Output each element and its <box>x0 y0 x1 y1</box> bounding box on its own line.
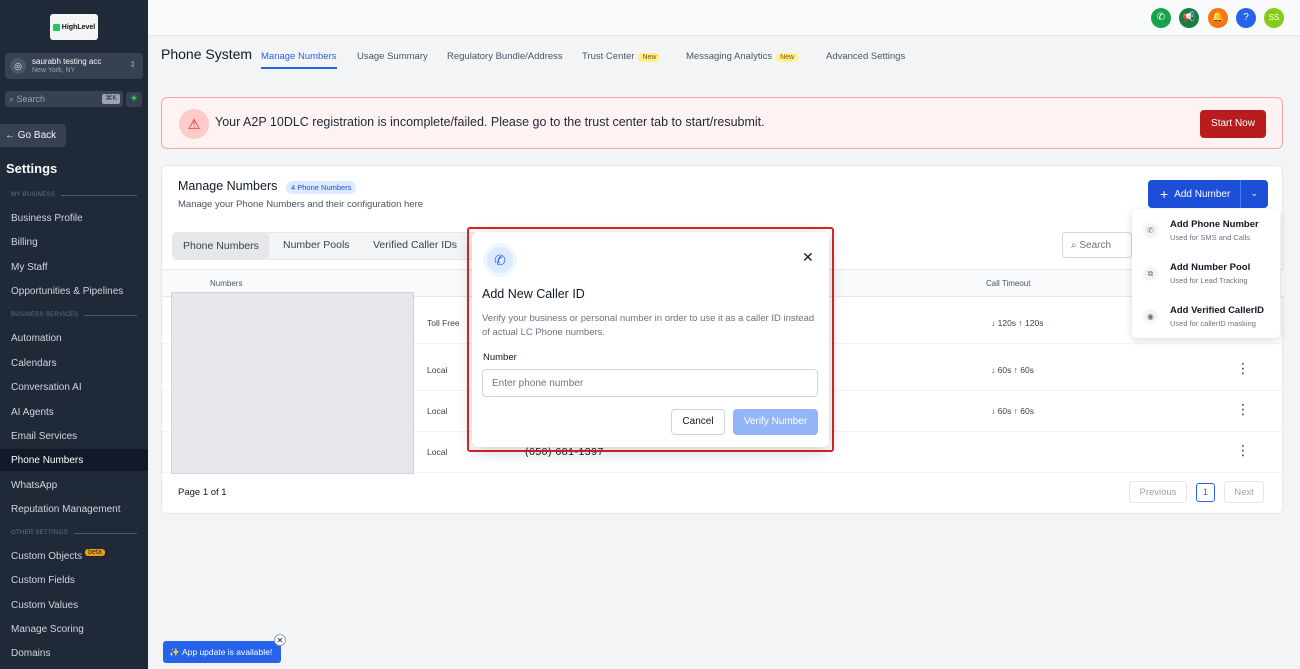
modal-title: Add New Caller ID <box>482 287 585 301</box>
redacted-numbers-area <box>171 292 414 474</box>
tab-usage-summary[interactable]: Usage Summary <box>357 51 428 62</box>
sidebar-item-custom-values[interactable]: Custom Values <box>0 594 148 616</box>
megaphone-icon[interactable]: 📢 <box>1179 8 1199 28</box>
tab-advanced-settings[interactable]: Advanced Settings <box>826 51 905 62</box>
modal-description: Verify your business or personal number … <box>482 313 815 338</box>
alert-message: Your A2P 10DLC registration is incomplet… <box>215 115 765 129</box>
sparkle-icon: ✨ <box>169 646 182 657</box>
help-icon[interactable]: ? <box>1236 8 1256 28</box>
number-subtabs: Phone Numbers Number Pools Verified Call… <box>172 232 477 260</box>
plus-icon: + <box>1160 186 1169 202</box>
sidebar-item-custom-fields[interactable]: Custom Fields <box>0 569 148 591</box>
copy-icon: ⧉ <box>1143 266 1158 281</box>
page-1-button[interactable]: 1 <box>1196 483 1215 502</box>
verify-number-button[interactable]: Verify Number <box>733 409 818 435</box>
go-back-button[interactable]: ← Go Back <box>0 124 66 147</box>
start-now-button[interactable]: Start Now <box>1200 110 1266 138</box>
quick-add-button[interactable]: ✦ <box>126 92 142 107</box>
sidebar-item-phone-numbers[interactable]: Phone Numbers <box>0 449 148 471</box>
sidebar-item-conversation-ai[interactable]: Conversation AI <box>0 376 148 398</box>
search-shortcut: ⌘K <box>102 94 120 104</box>
kebab-menu-icon[interactable]: ⋮ <box>1236 442 1250 459</box>
page-info: Page 1 of 1 <box>178 487 227 498</box>
tab-trust-center[interactable]: Trust Center New <box>582 51 661 62</box>
logo-mark-icon <box>52 23 60 31</box>
sidebar-item-business-profile[interactable]: Business Profile <box>0 207 148 229</box>
section-other-settings: OTHER SETTINGS <box>11 530 137 536</box>
warning-icon: ⚠ <box>179 109 209 139</box>
new-badge: New <box>776 53 799 62</box>
app-update-toast[interactable]: ✨ App update is available! <box>163 641 281 663</box>
search-icon: ⌕ <box>9 93 17 104</box>
phone-plus-icon: ✆ <box>1143 223 1158 238</box>
top-bar: ✆ 📢 🔔 ? SS <box>148 0 1300 36</box>
chevron-updown-icon: ⇕ <box>129 60 136 69</box>
sidebar-item-ai-agents[interactable]: AI Agents <box>0 401 148 423</box>
new-badge: New <box>638 53 661 62</box>
settings-title: Settings <box>6 161 58 176</box>
col-call-timeout: Call Timeout <box>986 279 1031 288</box>
close-icon[interactable]: ✕ <box>274 634 286 646</box>
add-number-button[interactable]: + Add Number ⌄ <box>1148 180 1268 208</box>
sidebar-item-reputation[interactable]: Reputation Management <box>0 498 148 520</box>
card-subtitle: Manage your Phone Numbers and their conf… <box>178 199 424 210</box>
subtab-phone-numbers[interactable]: Phone Numbers <box>173 233 269 259</box>
search-icon: ⌕ <box>1071 239 1080 251</box>
section-my-business: MY BUSINESS <box>11 192 137 198</box>
user-avatar[interactable]: SS <box>1264 8 1284 28</box>
numbers-search-input[interactable]: ⌕ Search <box>1062 232 1132 258</box>
sidebar-item-domains[interactable]: Domains <box>0 642 148 664</box>
phone-call-icon: ✆ <box>483 243 517 277</box>
chevron-down-icon[interactable]: ⌄ <box>1250 188 1258 199</box>
sidebar-item-billing[interactable]: Billing <box>0 231 148 253</box>
tab-regulatory-bundle[interactable]: Regulatory Bundle/Address <box>447 51 563 62</box>
number-label: Number <box>483 352 517 363</box>
account-icon: ◎ <box>10 58 26 74</box>
phone-system-nav: Phone System Manage Numbers Usage Summar… <box>148 36 1300 74</box>
phone-count-badge: 4 Phone Numbers <box>286 181 357 194</box>
cancel-button[interactable]: Cancel <box>671 409 725 435</box>
previous-page-button[interactable]: Previous <box>1129 481 1187 503</box>
a2p-alert-banner: ⚠ Your A2P 10DLC registration is incompl… <box>161 97 1283 149</box>
sidebar-item-my-staff[interactable]: My Staff <box>0 256 148 278</box>
sidebar: HighLevel ◎ saurabh testing acc New York… <box>0 0 148 669</box>
sidebar-item-custom-objects[interactable]: Custom Objects beta <box>0 545 148 567</box>
beta-badge: beta <box>85 548 105 556</box>
tab-manage-numbers[interactable]: Manage Numbers <box>261 51 337 69</box>
menu-item-add-number-pool[interactable]: ⧉ Add Number Pool Used for Lead Tracking <box>1132 252 1280 295</box>
add-caller-id-modal: ✆ ✕ Add New Caller ID Verify your busine… <box>472 232 829 447</box>
sidebar-item-email-services[interactable]: Email Services <box>0 425 148 447</box>
subtab-verified-caller-ids[interactable]: Verified Caller IDs <box>373 239 457 251</box>
sidebar-search-input[interactable]: ⌕ Search ⌘K <box>5 91 123 107</box>
account-name: saurabh testing acc <box>32 57 102 66</box>
section-business-services: BUSINESS SERVICES <box>11 312 137 318</box>
add-number-dropdown: ✆ Add Phone Number Used for SMS and Call… <box>1132 209 1280 338</box>
tab-messaging-analytics[interactable]: Messaging Analytics New <box>686 51 799 62</box>
next-page-button[interactable]: Next <box>1224 481 1264 503</box>
sidebar-item-whatsapp[interactable]: WhatsApp <box>0 474 148 496</box>
sidebar-item-calendars[interactable]: Calendars <box>0 352 148 374</box>
sidebar-item-automation[interactable]: Automation <box>0 327 148 349</box>
menu-item-add-verified-callerid[interactable]: ◉ Add Verified CallerID Used for callerI… <box>1132 295 1280 338</box>
bell-icon[interactable]: 🔔 <box>1208 8 1228 28</box>
kebab-menu-icon[interactable]: ⋮ <box>1236 360 1250 377</box>
account-switcher[interactable]: ◎ saurabh testing acc New York, NY ⇕ <box>5 53 143 79</box>
highlevel-logo[interactable]: HighLevel <box>50 14 98 40</box>
menu-item-add-phone-number[interactable]: ✆ Add Phone Number Used for SMS and Call… <box>1132 209 1280 252</box>
phone-icon[interactable]: ✆ <box>1151 8 1171 28</box>
kebab-menu-icon[interactable]: ⋮ <box>1236 401 1250 418</box>
sidebar-item-manage-scoring[interactable]: Manage Scoring <box>0 618 148 640</box>
page-title: Phone System <box>161 46 253 62</box>
col-numbers: Numbers <box>210 279 243 288</box>
phone-number-input[interactable] <box>482 369 818 397</box>
account-location: New York, NY <box>32 67 76 74</box>
close-icon[interactable]: ✕ <box>802 249 814 266</box>
eye-icon: ◉ <box>1143 309 1158 324</box>
sidebar-item-opportunities[interactable]: Opportunities & Pipelines <box>0 280 148 302</box>
subtab-number-pools[interactable]: Number Pools <box>283 239 350 251</box>
card-title: Manage Numbers <box>178 179 278 193</box>
